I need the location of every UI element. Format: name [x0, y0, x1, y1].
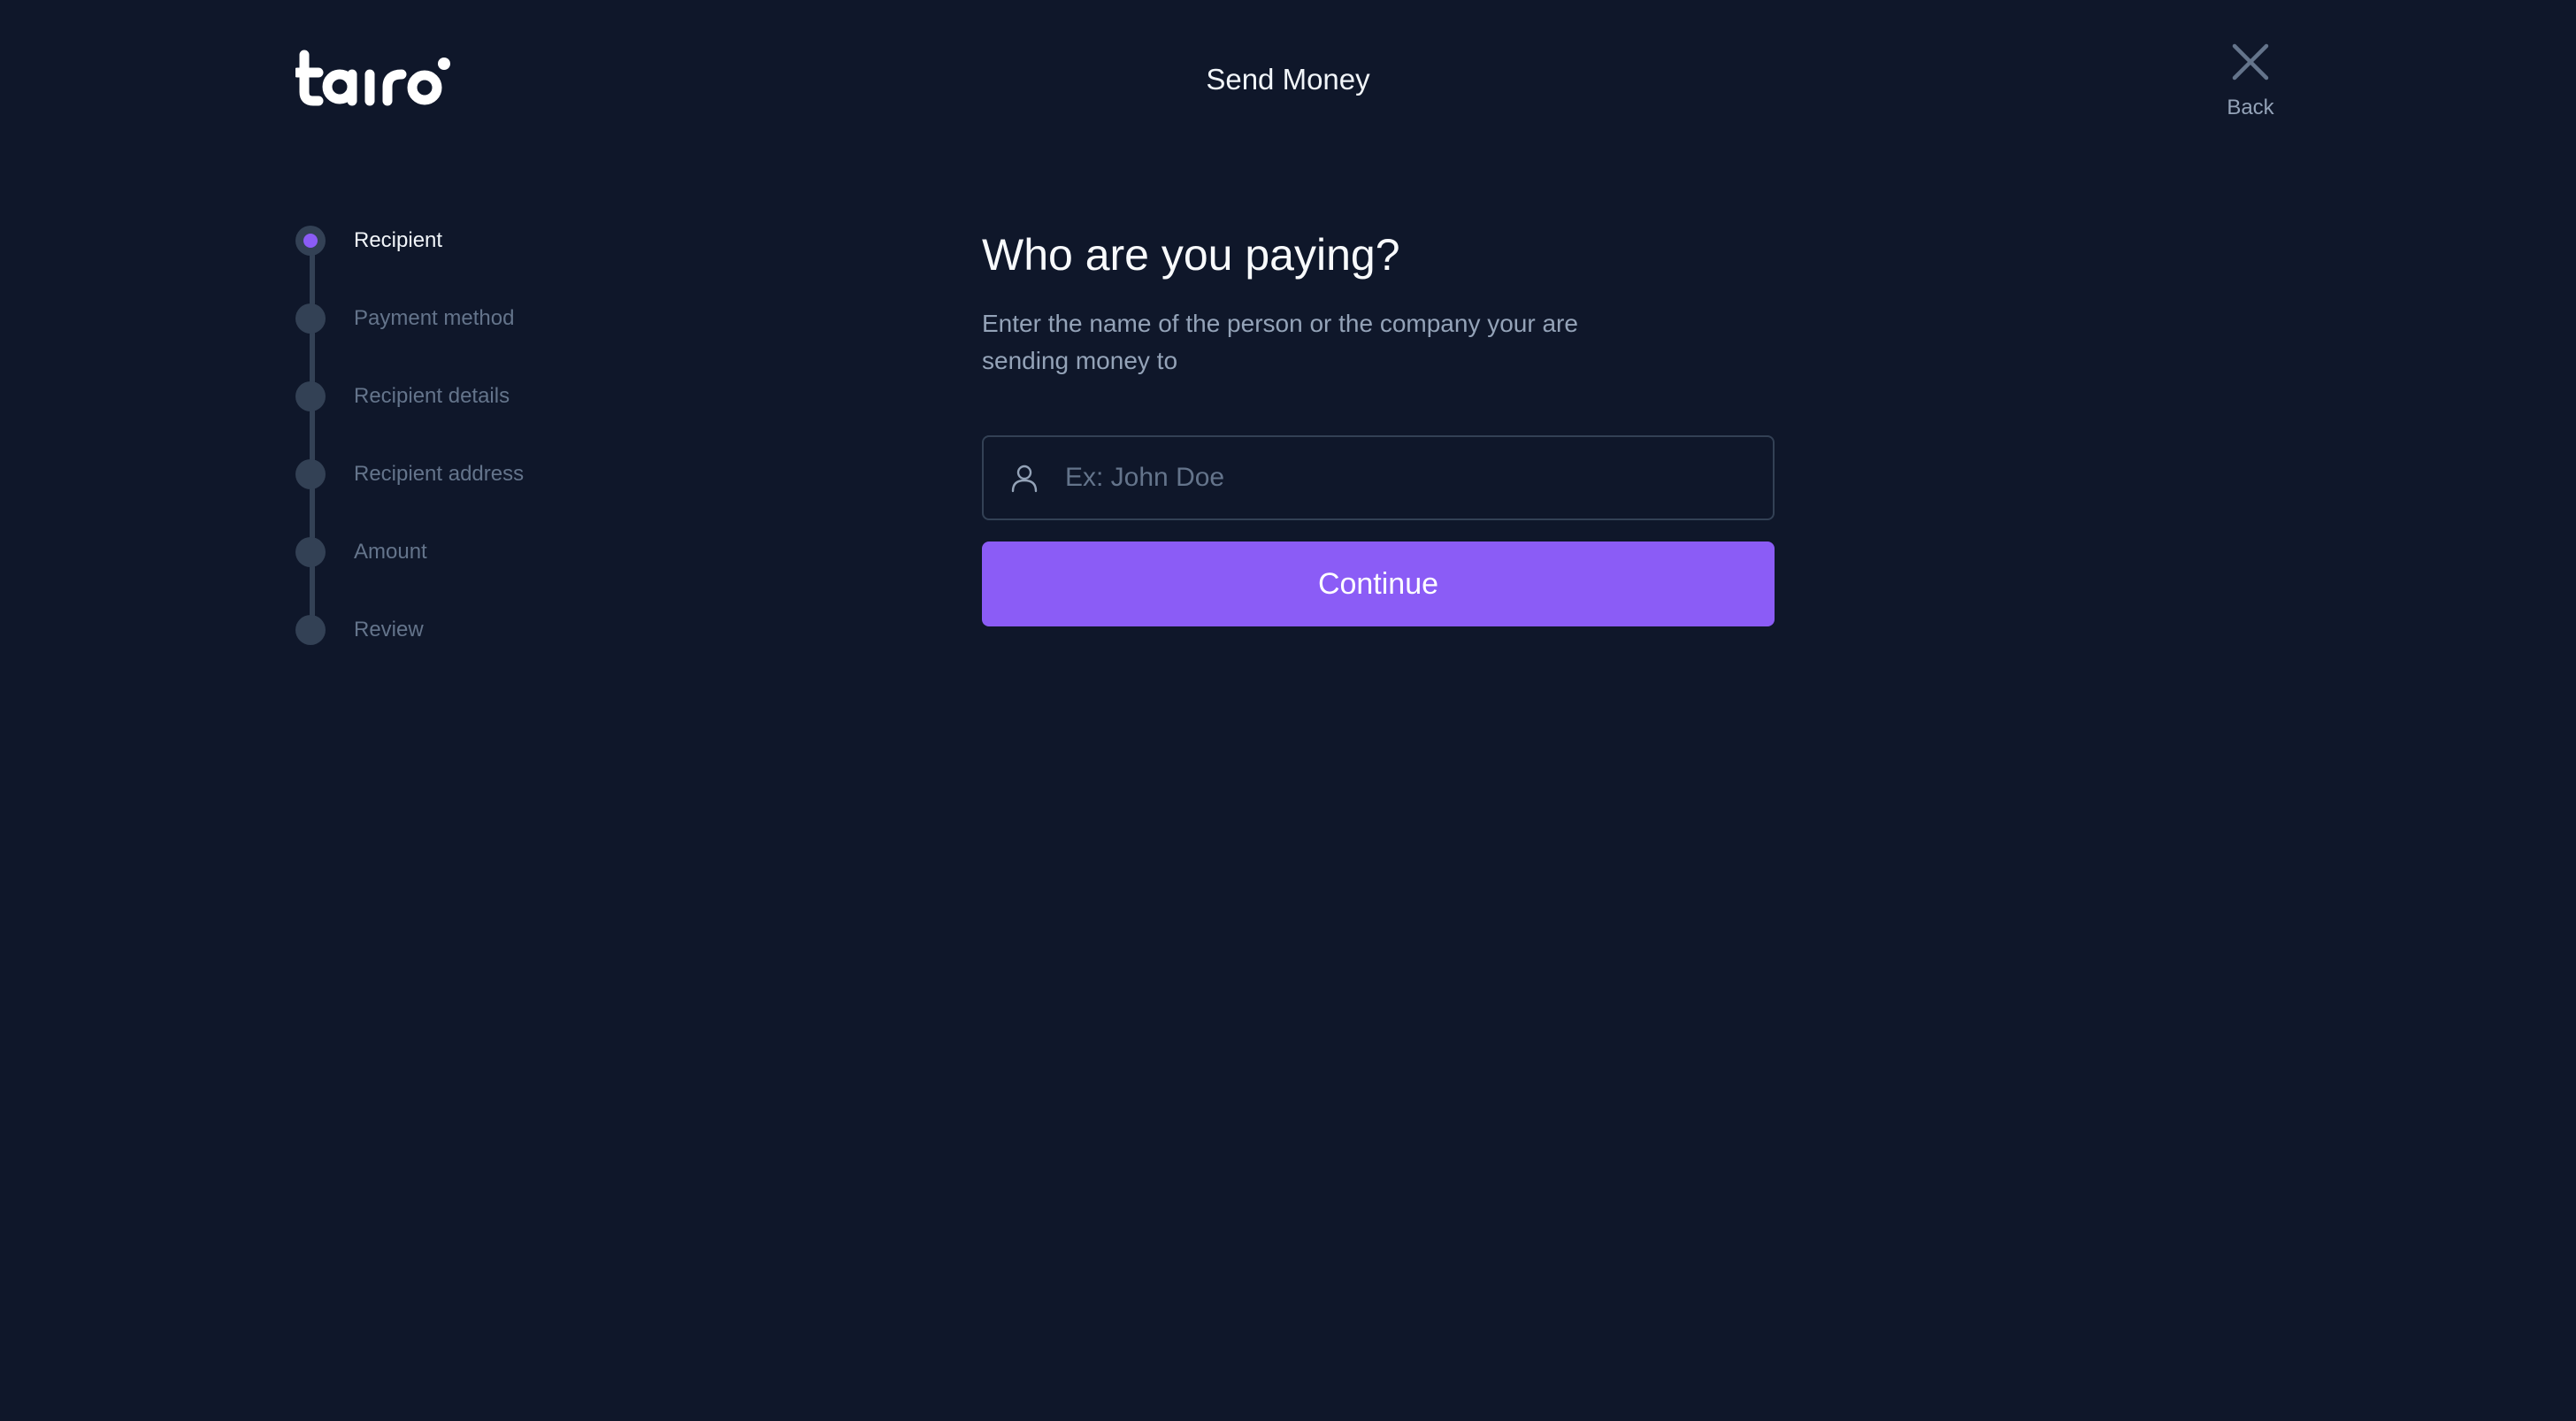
step-label: Payment method: [354, 306, 515, 330]
form-heading: Who are you paying?: [982, 230, 1400, 280]
step-review[interactable]: Review: [295, 614, 424, 646]
stepper-track: [310, 241, 315, 630]
step-payment-method[interactable]: Payment method: [295, 303, 514, 334]
back-label: Back: [2227, 96, 2274, 119]
back-button[interactable]: Back: [2208, 41, 2293, 122]
step-indicator: [295, 459, 326, 489]
step-label: Amount: [354, 540, 427, 564]
progress-stepper: Recipient Payment method Recipient detai…: [295, 225, 702, 646]
step-recipient-address[interactable]: Recipient address: [295, 458, 524, 490]
step-recipient[interactable]: Recipient: [295, 225, 442, 257]
recipient-name-field[interactable]: [982, 435, 1775, 520]
user-icon: [1011, 465, 1038, 493]
step-label: Review: [354, 618, 424, 641]
continue-button[interactable]: Continue: [982, 542, 1775, 626]
step-indicator: [295, 303, 326, 334]
form-subtitle: Enter the name of the person or the comp…: [982, 310, 1578, 374]
close-icon[interactable]: [2229, 41, 2272, 83]
step-indicator: [295, 537, 326, 567]
step-indicator: [295, 381, 326, 411]
step-amount[interactable]: Amount: [295, 536, 427, 568]
step-recipient-details[interactable]: Recipient details: [295, 380, 510, 412]
step-label: Recipient details: [354, 384, 510, 408]
step-active-indicator: [295, 226, 326, 256]
step-label: Recipient address: [354, 462, 525, 486]
step-label: Recipient: [354, 228, 443, 252]
step-indicator: [295, 615, 326, 645]
recipient-name-input[interactable]: [1063, 450, 1773, 505]
page-title: Send Money: [1206, 63, 1370, 96]
